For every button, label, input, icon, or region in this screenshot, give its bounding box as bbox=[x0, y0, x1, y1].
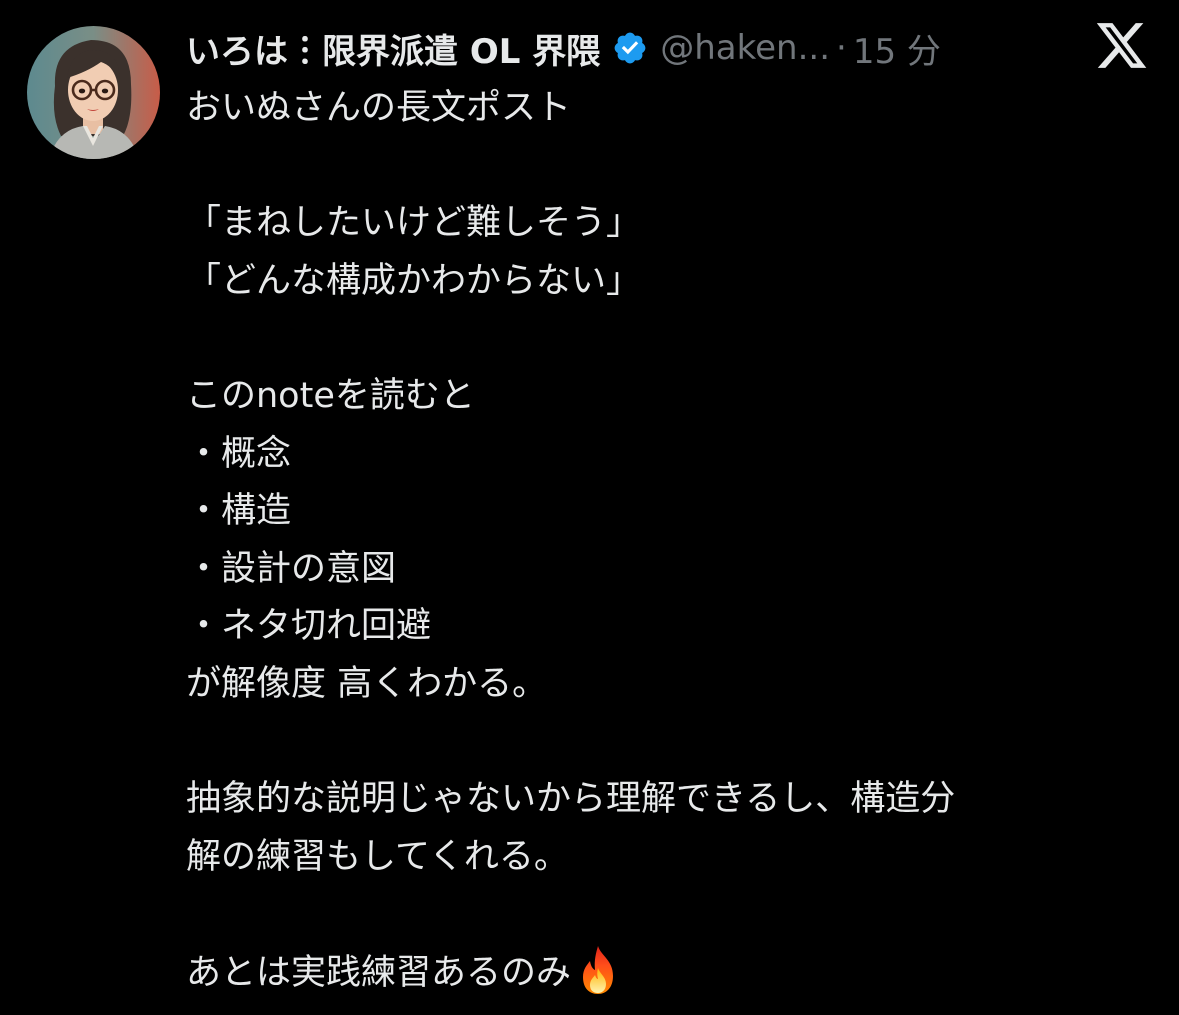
tweet-text-line bbox=[186, 886, 1146, 944]
tweet-text-line: このnoteを読むと bbox=[186, 375, 475, 416]
tweet-text-line bbox=[186, 310, 1146, 368]
tweet-text-line bbox=[186, 138, 1146, 196]
fire-icon bbox=[575, 944, 621, 996]
x-logo-icon[interactable] bbox=[1096, 23, 1148, 71]
tweet-text-line: ・概念 bbox=[186, 433, 292, 474]
author-handle[interactable]: @haken... bbox=[660, 28, 830, 68]
avatar-image bbox=[27, 26, 160, 159]
verified-badge-icon bbox=[612, 30, 648, 66]
avatar[interactable] bbox=[27, 26, 160, 159]
tweet-text-line: 抽象的な説明じゃないから理解できるし、構造分 bbox=[186, 779, 956, 820]
author-display-name[interactable]: いろは︙限界派遣 OL 界隈 bbox=[186, 24, 600, 73]
tweet-text: おいぬさんの長文ポスト 「まねしたいけど難しそう」 「どんな構成かわからない」 … bbox=[186, 80, 1146, 1002]
tweet-text-line: ・ネタ切れ回避 bbox=[186, 606, 432, 647]
tweet-header: いろは︙限界派遣 OL 界隈 @haken... · 15 分 bbox=[186, 22, 941, 74]
tweet-text-line bbox=[186, 714, 1146, 772]
tweet-text-line: ・設計の意図 bbox=[186, 548, 397, 589]
tweet-text-last-line: あとは実践練習あるのみ bbox=[186, 944, 1146, 1002]
tweet-text-line: ・構造 bbox=[186, 491, 292, 532]
tweet-text-line: 「どんな構成かわからない」 bbox=[186, 260, 642, 301]
tweet-text-line: おいぬさんの長文ポスト bbox=[186, 88, 572, 128]
tweet-text-line: 「まねしたいけど難しそう」 bbox=[186, 203, 642, 244]
header-separator: · bbox=[836, 28, 847, 68]
tweet-timestamp[interactable]: 15 分 bbox=[853, 24, 941, 73]
tweet-text-line: 解の練習もしてくれる。 bbox=[186, 836, 569, 877]
tweet-text-line: あとは実践練習あるのみ bbox=[186, 952, 572, 993]
tweet-text-line: が解像度 高くわかる。 bbox=[186, 663, 548, 704]
